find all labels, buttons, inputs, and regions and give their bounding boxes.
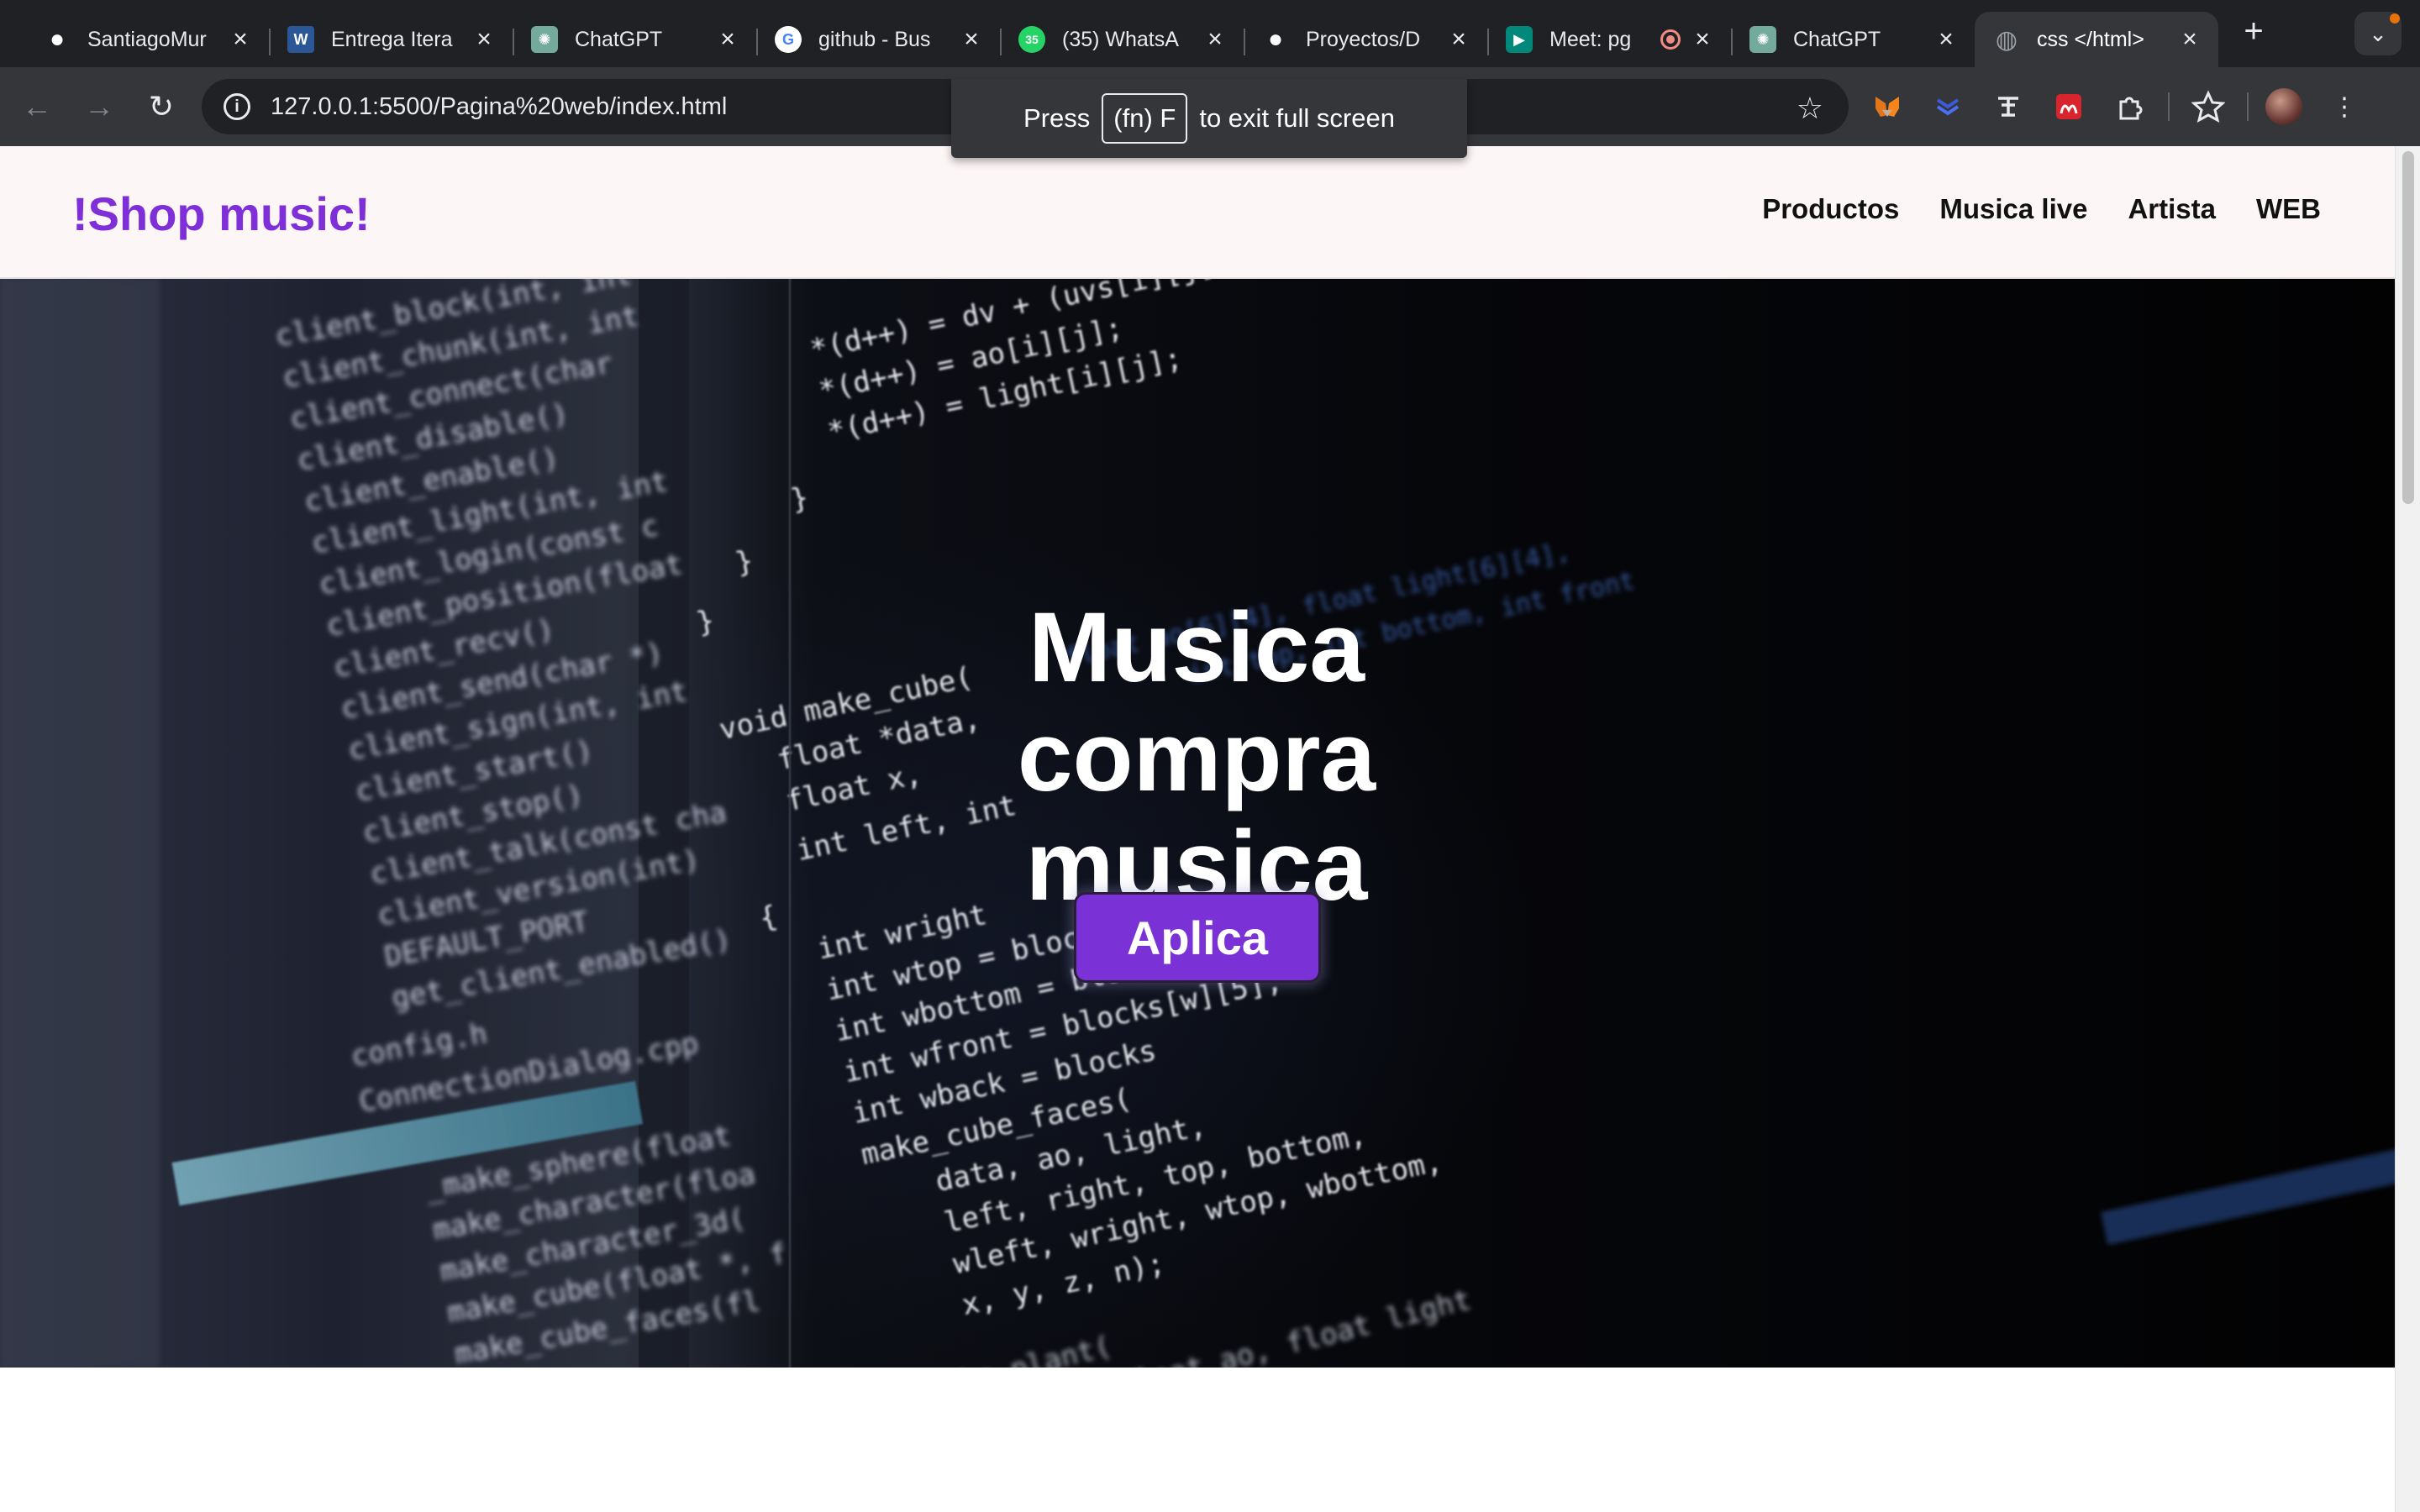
tab-title: css </html> [2037, 27, 2144, 51]
svg-text:}: } [693, 604, 717, 640]
reload-icon: ↻ [148, 89, 175, 123]
close-icon[interactable]: × [472, 27, 496, 52]
hero-section: client_block(int, int client_chunk(int, … [0, 279, 2395, 1368]
close-icon[interactable]: × [716, 27, 739, 52]
chevron-down-icon: ⌄ [2369, 20, 2387, 46]
toolbar-separator [2168, 92, 2170, 121]
globe-icon: ◍ [1995, 25, 2018, 54]
hero-line-2: compra musica [1017, 701, 1376, 921]
word-icon: W [287, 26, 314, 53]
google-icon: G [775, 26, 802, 53]
tab-list: ● SantiagoMur × W Entrega Itera × ✺ ChatGPT × Ggi… [0, 0, 2279, 67]
browser-tab[interactable]: Ggithub - Bus × [756, 12, 1000, 67]
forward-button[interactable]: → [74, 81, 124, 132]
browser-tab[interactable]: ● SantiagoMur × [25, 12, 269, 67]
extensions-area: ⋮ [1865, 79, 2383, 134]
close-icon[interactable]: × [1934, 27, 1958, 52]
browser-tab[interactable]: ● Proyectos/D × [1244, 12, 1487, 67]
browser-tab[interactable]: ✺ ChatGPT × [513, 12, 756, 67]
browser-tab[interactable]: ✺ ChatGPT × [1731, 12, 1975, 67]
hero-heading: Musica compra musica [852, 593, 1541, 921]
close-icon[interactable]: × [2178, 27, 2202, 52]
main-nav: Productos Musica live Artista WEB [1722, 193, 2321, 225]
tab-title: (35) WhatsA [1062, 27, 1179, 51]
back-button[interactable]: ← [12, 81, 62, 132]
svg-text:}: } [733, 544, 756, 580]
tab-title: ChatGPT [575, 27, 663, 51]
layers-extension-icon[interactable] [1926, 85, 1970, 129]
scrollbar-thumb[interactable] [2402, 151, 2414, 504]
close-icon[interactable]: × [960, 27, 983, 52]
browser-tab[interactable]: ▶ Meet: pg × [1487, 12, 1731, 67]
recording-icon [1660, 29, 1681, 50]
update-dot [2390, 13, 2400, 24]
browser-tab[interactable]: 35 (35) WhatsA × [1000, 12, 1244, 67]
close-icon[interactable]: × [229, 27, 252, 52]
recording-dot [1666, 35, 1675, 44]
hero-line-1: Musica [1028, 592, 1365, 703]
close-icon[interactable]: × [1447, 27, 1470, 52]
github-icon: ● [49, 25, 66, 53]
page-scrollbar[interactable] [2395, 146, 2420, 1512]
mendeley-extension-icon[interactable] [2047, 85, 2091, 129]
chatgpt-icon: ✺ [1749, 26, 1776, 53]
chatgpt-icon: ✺ [531, 26, 558, 53]
close-icon[interactable]: × [1691, 27, 1714, 52]
svg-text:config.h: config.h [349, 1017, 490, 1074]
fullscreen-toast: Press (fn) F to exit full screen [951, 79, 1467, 158]
site-header: !Shop music! Productos Musica live Artis… [0, 146, 2395, 279]
bookmark-star-icon[interactable]: ☆ [1797, 91, 1823, 126]
svg-text:}: } [787, 480, 811, 517]
toolbar-separator [2247, 92, 2249, 121]
puzzle-extensions-icon[interactable] [2107, 85, 2151, 129]
nav-link-artista[interactable]: Artista [2128, 193, 2216, 225]
tab-title: github - Bus [818, 27, 931, 51]
toast-text-after: to exit full screen [1199, 103, 1395, 133]
site-logo[interactable]: !Shop music! [72, 186, 371, 241]
url-text[interactable]: 127.0.0.1:5500/Pagina%20web/index.html [271, 93, 727, 121]
meet-icon: ▶ [1506, 26, 1533, 53]
metamask-extension-icon[interactable] [1865, 85, 1909, 129]
github-icon: ● [1267, 25, 1284, 53]
translate-extension-icon[interactable] [1986, 85, 2030, 129]
close-icon[interactable]: × [1203, 27, 1227, 52]
browser-tab[interactable]: W Entrega Itera × [269, 12, 513, 67]
tab-title: ChatGPT [1793, 27, 1881, 51]
arrow-right-icon: → [84, 89, 114, 123]
nav-link-web[interactable]: WEB [2256, 193, 2321, 225]
profile-avatar[interactable] [2265, 88, 2302, 125]
whatsapp-icon: 35 [1018, 26, 1045, 53]
tab-title: Proyectos/D [1306, 27, 1421, 51]
browser-tab[interactable]: ◍ css </html> × [1975, 12, 2218, 67]
nav-link-productos[interactable]: Productos [1762, 193, 1899, 225]
tab-search-button[interactable]: ⌄ [2354, 12, 2402, 55]
page-viewport: !Shop music! Productos Musica live Artis… [0, 146, 2420, 1512]
svg-text:void make_plant(: void make_plant( [839, 1330, 1114, 1368]
reload-button[interactable]: ↻ [136, 81, 187, 132]
tab-title: Entrega Itera [331, 27, 453, 51]
bookmarks-star-icon[interactable] [2186, 85, 2230, 129]
site-info-icon[interactable]: i [224, 93, 250, 120]
new-tab-button[interactable]: + [2228, 6, 2279, 56]
toast-key: (fn) F [1102, 93, 1188, 144]
tab-strip: ● SantiagoMur × W Entrega Itera × ✺ ChatGPT × Ggi… [0, 0, 2420, 67]
toast-text-before: Press [1023, 103, 1091, 133]
arrow-left-icon: ← [22, 89, 52, 123]
nav-link-musica-live[interactable]: Musica live [1939, 193, 2087, 225]
aplica-button[interactable]: Aplica [1074, 892, 1321, 983]
kebab-menu-icon[interactable]: ⋮ [2323, 85, 2366, 129]
tab-title: Meet: pg [1549, 27, 1632, 51]
tab-title: SantiagoMur [87, 27, 207, 51]
svg-text:{: { [756, 900, 780, 936]
